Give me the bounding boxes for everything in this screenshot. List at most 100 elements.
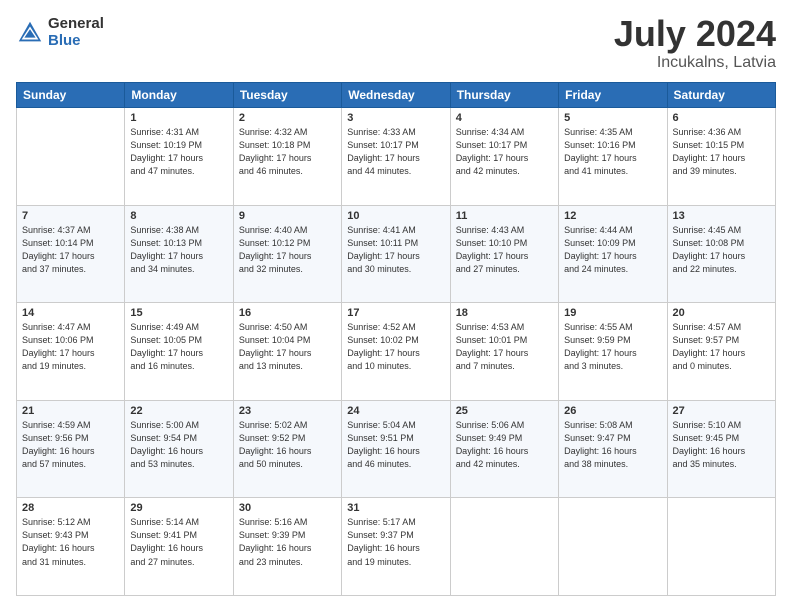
day-info: Sunrise: 5:14 AM Sunset: 9:41 PM Dayligh… xyxy=(130,516,227,568)
day-number: 1 xyxy=(130,112,227,124)
day-cell: 11 Sunrise: 4:43 AM Sunset: 10:10 PM Dayl… xyxy=(450,205,558,303)
day-info: Sunrise: 4:44 AM Sunset: 10:09 PM Daylig… xyxy=(564,224,661,276)
page: General Blue July 2024 Incukalns, Latvia… xyxy=(0,0,792,612)
day-info: Sunrise: 4:31 AM Sunset: 10:19 PM Daylig… xyxy=(130,126,227,178)
day-info: Sunrise: 4:52 AM Sunset: 10:02 PM Daylig… xyxy=(347,321,444,373)
day-cell: 1 Sunrise: 4:31 AM Sunset: 10:19 PM Dayli… xyxy=(125,108,233,206)
day-number: 12 xyxy=(564,210,661,222)
day-cell: 15 Sunrise: 4:49 AM Sunset: 10:05 PM Dayl… xyxy=(125,303,233,401)
day-info: Sunrise: 4:47 AM Sunset: 10:06 PM Daylig… xyxy=(22,321,119,373)
day-info: Sunrise: 4:53 AM Sunset: 10:01 PM Daylig… xyxy=(456,321,553,373)
day-cell: 5Sunrise: 4:35 AM Sunset: 10:16 PM Dayli… xyxy=(559,108,667,206)
day-cell: 26 Sunrise: 5:08 AM Sunset: 9:47 PM Dayli… xyxy=(559,400,667,498)
col-sunday: Sunday xyxy=(17,83,125,108)
day-number: 9 xyxy=(239,210,336,222)
week-row-3: 14 Sunrise: 4:47 AM Sunset: 10:06 PM Dayl… xyxy=(17,303,776,401)
day-cell: 7 Sunrise: 4:37 AM Sunset: 10:14 PM Dayli… xyxy=(17,205,125,303)
logo: General Blue xyxy=(16,16,104,49)
day-number: 10 xyxy=(347,210,444,222)
day-number: 18 xyxy=(456,307,553,319)
day-number: 26 xyxy=(564,405,661,417)
day-number: 21 xyxy=(22,405,119,417)
day-cell xyxy=(667,498,775,596)
day-info: Sunrise: 4:40 AM Sunset: 10:12 PM Daylig… xyxy=(239,224,336,276)
col-wednesday: Wednesday xyxy=(342,83,450,108)
day-cell: 28Sunrise: 5:12 AM Sunset: 9:43 PM Dayli… xyxy=(17,498,125,596)
day-cell: 14 Sunrise: 4:47 AM Sunset: 10:06 PM Dayl… xyxy=(17,303,125,401)
day-number: 5 xyxy=(564,112,661,124)
day-info: Sunrise: 4:49 AM Sunset: 10:05 PM Daylig… xyxy=(130,321,227,373)
day-cell: 29 Sunrise: 5:14 AM Sunset: 9:41 PM Dayli… xyxy=(125,498,233,596)
day-number: 17 xyxy=(347,307,444,319)
day-info: Sunrise: 5:17 AM Sunset: 9:37 PM Dayligh… xyxy=(347,516,444,568)
day-info: Sunrise: 4:37 AM Sunset: 10:14 PM Daylig… xyxy=(22,224,119,276)
day-info: Sunrise: 4:36 AM Sunset: 10:15 PM Daylig… xyxy=(673,126,770,178)
day-info: Sunrise: 5:00 AM Sunset: 9:54 PM Dayligh… xyxy=(130,419,227,471)
day-info: Sunrise: 4:34 AM Sunset: 10:17 PM Daylig… xyxy=(456,126,553,178)
logo-icon xyxy=(16,19,44,47)
day-cell: 20 Sunrise: 4:57 AM Sunset: 9:57 PM Dayli… xyxy=(667,303,775,401)
logo-general-text: General xyxy=(48,16,104,33)
day-cell: 31Sunrise: 5:17 AM Sunset: 9:37 PM Dayli… xyxy=(342,498,450,596)
day-info: Sunrise: 5:08 AM Sunset: 9:47 PM Dayligh… xyxy=(564,419,661,471)
day-number: 15 xyxy=(130,307,227,319)
day-number: 30 xyxy=(239,502,336,514)
day-cell xyxy=(559,498,667,596)
col-monday: Monday xyxy=(125,83,233,108)
day-number: 19 xyxy=(564,307,661,319)
day-cell: 27 Sunrise: 5:10 AM Sunset: 9:45 PM Dayli… xyxy=(667,400,775,498)
day-number: 20 xyxy=(673,307,770,319)
day-cell: 23Sunrise: 5:02 AM Sunset: 9:52 PM Dayli… xyxy=(233,400,341,498)
title-section: July 2024 Incukalns, Latvia xyxy=(614,16,776,72)
day-number: 25 xyxy=(456,405,553,417)
day-info: Sunrise: 4:50 AM Sunset: 10:04 PM Daylig… xyxy=(239,321,336,373)
day-number: 3 xyxy=(347,112,444,124)
day-info: Sunrise: 5:10 AM Sunset: 9:45 PM Dayligh… xyxy=(673,419,770,471)
day-number: 27 xyxy=(673,405,770,417)
logo-text: General Blue xyxy=(48,16,104,49)
day-info: Sunrise: 4:57 AM Sunset: 9:57 PM Dayligh… xyxy=(673,321,770,373)
day-cell: 21Sunrise: 4:59 AM Sunset: 9:56 PM Dayli… xyxy=(17,400,125,498)
header: General Blue July 2024 Incukalns, Latvia xyxy=(16,16,776,72)
week-row-5: 28Sunrise: 5:12 AM Sunset: 9:43 PM Dayli… xyxy=(17,498,776,596)
day-cell xyxy=(17,108,125,206)
day-cell: 2Sunrise: 4:32 AM Sunset: 10:18 PM Dayli… xyxy=(233,108,341,206)
day-cell: 13Sunrise: 4:45 AM Sunset: 10:08 PM Dayl… xyxy=(667,205,775,303)
day-cell: 10 Sunrise: 4:41 AM Sunset: 10:11 PM Dayl… xyxy=(342,205,450,303)
day-info: Sunrise: 4:45 AM Sunset: 10:08 PM Daylig… xyxy=(673,224,770,276)
day-cell: 19Sunrise: 4:55 AM Sunset: 9:59 PM Dayli… xyxy=(559,303,667,401)
day-number: 7 xyxy=(22,210,119,222)
day-info: Sunrise: 4:43 AM Sunset: 10:10 PM Daylig… xyxy=(456,224,553,276)
logo-blue-text: Blue xyxy=(48,33,104,50)
day-info: Sunrise: 5:16 AM Sunset: 9:39 PM Dayligh… xyxy=(239,516,336,568)
day-cell: 18 Sunrise: 4:53 AM Sunset: 10:01 PM Dayl… xyxy=(450,303,558,401)
day-info: Sunrise: 4:41 AM Sunset: 10:11 PM Daylig… xyxy=(347,224,444,276)
day-info: Sunrise: 4:32 AM Sunset: 10:18 PM Daylig… xyxy=(239,126,336,178)
week-row-2: 7 Sunrise: 4:37 AM Sunset: 10:14 PM Dayli… xyxy=(17,205,776,303)
day-cell: 6Sunrise: 4:36 AM Sunset: 10:15 PM Dayli… xyxy=(667,108,775,206)
week-row-4: 21Sunrise: 4:59 AM Sunset: 9:56 PM Dayli… xyxy=(17,400,776,498)
day-cell: 25 Sunrise: 5:06 AM Sunset: 9:49 PM Dayli… xyxy=(450,400,558,498)
header-row: Sunday Monday Tuesday Wednesday Thursday… xyxy=(17,83,776,108)
calendar-location: Incukalns, Latvia xyxy=(614,54,776,72)
day-cell: 30 Sunrise: 5:16 AM Sunset: 9:39 PM Dayli… xyxy=(233,498,341,596)
day-info: Sunrise: 5:06 AM Sunset: 9:49 PM Dayligh… xyxy=(456,419,553,471)
day-number: 14 xyxy=(22,307,119,319)
col-saturday: Saturday xyxy=(667,83,775,108)
day-cell: 9 Sunrise: 4:40 AM Sunset: 10:12 PM Dayli… xyxy=(233,205,341,303)
day-cell xyxy=(450,498,558,596)
day-info: Sunrise: 5:02 AM Sunset: 9:52 PM Dayligh… xyxy=(239,419,336,471)
day-info: Sunrise: 4:38 AM Sunset: 10:13 PM Daylig… xyxy=(130,224,227,276)
day-number: 16 xyxy=(239,307,336,319)
col-friday: Friday xyxy=(559,83,667,108)
day-number: 24 xyxy=(347,405,444,417)
day-number: 29 xyxy=(130,502,227,514)
day-info: Sunrise: 4:33 AM Sunset: 10:17 PM Daylig… xyxy=(347,126,444,178)
calendar-title: July 2024 xyxy=(614,16,776,52)
day-number: 22 xyxy=(130,405,227,417)
col-thursday: Thursday xyxy=(450,83,558,108)
day-info: Sunrise: 5:04 AM Sunset: 9:51 PM Dayligh… xyxy=(347,419,444,471)
day-cell: 16 Sunrise: 4:50 AM Sunset: 10:04 PM Dayl… xyxy=(233,303,341,401)
day-number: 11 xyxy=(456,210,553,222)
day-cell: 8Sunrise: 4:38 AM Sunset: 10:13 PM Dayli… xyxy=(125,205,233,303)
